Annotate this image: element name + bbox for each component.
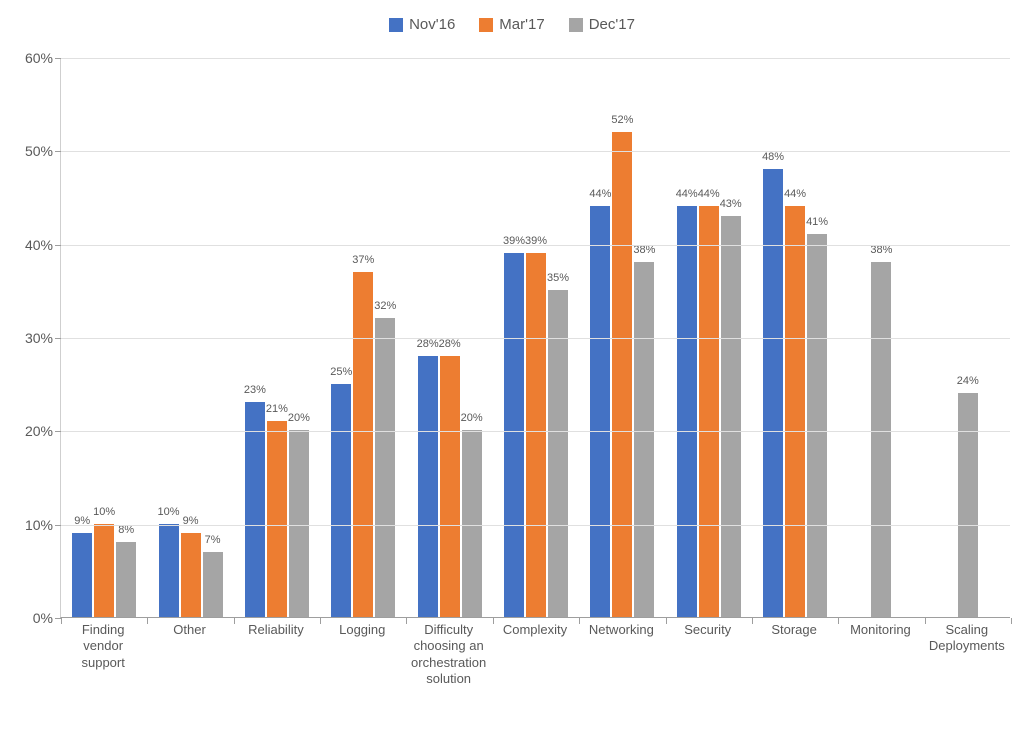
bar-value-label: 38% bbox=[870, 244, 892, 256]
legend-label: Nov'16 bbox=[409, 16, 455, 33]
chart-legend: Nov'16 Mar'17 Dec'17 bbox=[0, 16, 1024, 33]
x-axis-category-label: Logging bbox=[319, 622, 405, 638]
bar: 44% bbox=[677, 206, 697, 617]
bar: 44% bbox=[699, 206, 719, 617]
legend-label: Mar'17 bbox=[499, 16, 544, 33]
x-axis-category-label: Difficulty choosing an orchestration sol… bbox=[405, 622, 491, 687]
y-tick-mark bbox=[55, 58, 61, 59]
bar: 8% bbox=[116, 542, 136, 617]
y-tick-label: 30% bbox=[11, 330, 53, 346]
bar-value-label: 23% bbox=[244, 384, 266, 396]
bar-value-label: 20% bbox=[461, 412, 483, 424]
bar-value-label: 41% bbox=[806, 216, 828, 228]
bar-value-label: 44% bbox=[698, 188, 720, 200]
bar: 9% bbox=[181, 533, 201, 617]
y-gridline bbox=[61, 338, 1010, 339]
y-tick-mark bbox=[55, 151, 61, 152]
bar-value-label: 44% bbox=[784, 188, 806, 200]
bar: 32% bbox=[375, 318, 395, 617]
x-axis-category-label: Monitoring bbox=[837, 622, 923, 638]
bar-value-label: 28% bbox=[439, 338, 461, 350]
bar-value-label: 44% bbox=[589, 188, 611, 200]
legend-swatch-icon bbox=[389, 18, 403, 32]
bar: 23% bbox=[245, 402, 265, 617]
plot-area: 9%10%8%10%9%7%23%21%20%25%37%32%28%28%20… bbox=[60, 58, 1010, 618]
bar: 21% bbox=[267, 421, 287, 617]
bar: 7% bbox=[203, 552, 223, 617]
y-tick-label: 40% bbox=[11, 237, 53, 253]
y-gridline bbox=[61, 525, 1010, 526]
bar: 48% bbox=[763, 169, 783, 617]
bar-value-label: 52% bbox=[611, 114, 633, 126]
x-axis-category-label: Complexity bbox=[492, 622, 578, 638]
bar-value-label: 32% bbox=[374, 300, 396, 312]
x-axis-category-label: Finding vendor support bbox=[60, 622, 146, 671]
bar: 41% bbox=[807, 234, 827, 617]
chart-container: Nov'16 Mar'17 Dec'17 9%10%8%10%9%7%23%21… bbox=[0, 0, 1024, 740]
y-gridline bbox=[61, 58, 1010, 59]
bar-value-label: 21% bbox=[266, 403, 288, 415]
y-tick-mark bbox=[55, 245, 61, 246]
y-tick-label: 20% bbox=[11, 423, 53, 439]
bar-value-label: 48% bbox=[762, 151, 784, 163]
legend-swatch-icon bbox=[479, 18, 493, 32]
y-tick-mark bbox=[55, 338, 61, 339]
bar-value-label: 35% bbox=[547, 272, 569, 284]
bar: 35% bbox=[548, 290, 568, 617]
bar-value-label: 25% bbox=[330, 366, 352, 378]
y-gridline bbox=[61, 151, 1010, 152]
bar-value-label: 10% bbox=[158, 506, 180, 518]
bar-value-label: 10% bbox=[93, 506, 115, 518]
bar: 39% bbox=[526, 253, 546, 617]
bar-value-label: 7% bbox=[205, 534, 221, 546]
legend-item-mar17: Mar'17 bbox=[479, 16, 544, 33]
x-axis-category-label: Networking bbox=[578, 622, 664, 638]
bar: 39% bbox=[504, 253, 524, 617]
bar-value-label: 43% bbox=[720, 198, 742, 210]
bar: 38% bbox=[871, 262, 891, 617]
bar: 44% bbox=[785, 206, 805, 617]
bar: 44% bbox=[590, 206, 610, 617]
bar-value-label: 37% bbox=[352, 254, 374, 266]
y-tick-label: 60% bbox=[11, 50, 53, 66]
x-axis-category-label: Security bbox=[665, 622, 751, 638]
bar: 25% bbox=[331, 384, 351, 617]
bar-value-label: 8% bbox=[118, 524, 134, 536]
x-axis-labels: Finding vendor supportOtherReliabilityLo… bbox=[60, 622, 1010, 722]
bar: 10% bbox=[94, 524, 114, 617]
bar: 38% bbox=[634, 262, 654, 617]
y-gridline bbox=[61, 431, 1010, 432]
y-gridline bbox=[61, 245, 1010, 246]
y-tick-label: 50% bbox=[11, 143, 53, 159]
y-tick-label: 0% bbox=[11, 610, 53, 626]
y-tick-label: 10% bbox=[11, 517, 53, 533]
bar-value-label: 24% bbox=[957, 375, 979, 387]
bar-value-label: 28% bbox=[417, 338, 439, 350]
x-axis-category-label: Storage bbox=[751, 622, 837, 638]
bar: 9% bbox=[72, 533, 92, 617]
bar: 37% bbox=[353, 272, 373, 617]
bar: 28% bbox=[440, 356, 460, 617]
bar: 10% bbox=[159, 524, 179, 617]
bar-value-label: 38% bbox=[633, 244, 655, 256]
legend-item-dec17: Dec'17 bbox=[569, 16, 635, 33]
bar-value-label: 20% bbox=[288, 412, 310, 424]
bar: 28% bbox=[418, 356, 438, 617]
legend-item-nov16: Nov'16 bbox=[389, 16, 455, 33]
bar: 24% bbox=[958, 393, 978, 617]
x-axis-category-label: Reliability bbox=[233, 622, 319, 638]
bar: 52% bbox=[612, 132, 632, 617]
y-tick-mark bbox=[55, 525, 61, 526]
x-axis-category-label: Scaling Deployments bbox=[924, 622, 1010, 655]
legend-label: Dec'17 bbox=[589, 16, 635, 33]
x-axis-category-label: Other bbox=[146, 622, 232, 638]
legend-swatch-icon bbox=[569, 18, 583, 32]
bar-value-label: 44% bbox=[676, 188, 698, 200]
x-tick-mark bbox=[1011, 618, 1012, 624]
y-tick-mark bbox=[55, 431, 61, 432]
bar: 43% bbox=[721, 216, 741, 617]
